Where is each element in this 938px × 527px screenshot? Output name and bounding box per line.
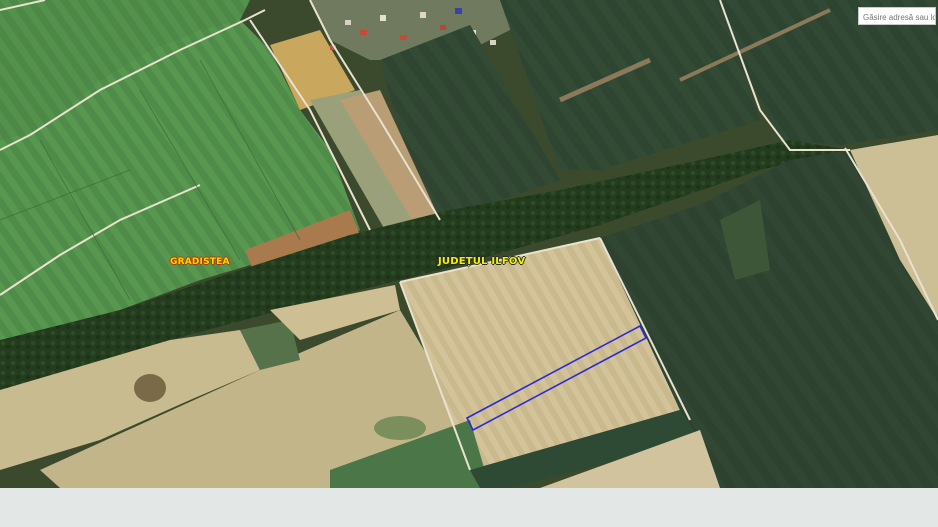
address-search-input[interactable] <box>858 7 936 25</box>
satellite-map[interactable] <box>0 0 938 527</box>
field-dark-patch <box>134 374 166 402</box>
field-green-patch <box>374 416 426 440</box>
bottom-panel <box>0 488 938 527</box>
